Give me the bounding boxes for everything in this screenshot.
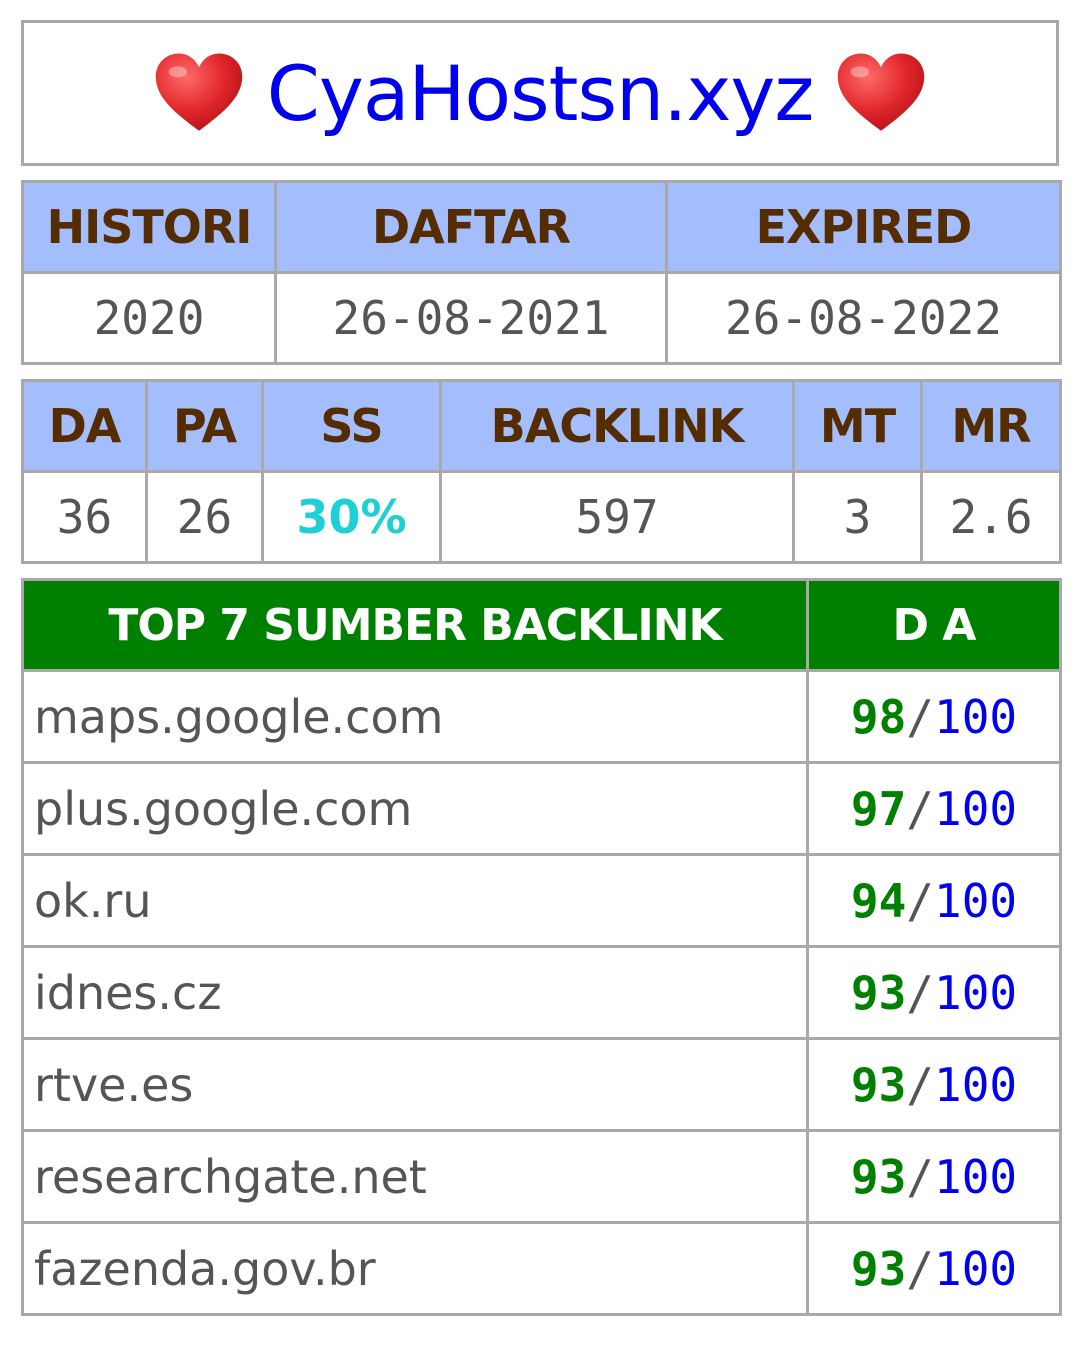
table-row: rtve.es 93/100 <box>21 1037 1062 1132</box>
da-score-max: 100 <box>934 965 1018 1020</box>
da-score-value: 93 <box>850 965 907 1020</box>
mr-value: 2.6 <box>920 470 1062 564</box>
ss-value: 30% <box>261 470 442 564</box>
table-row: ok.ru 94/100 <box>21 853 1062 948</box>
da-score-value: 97 <box>850 781 907 836</box>
backlink-da-score: 94/100 <box>806 853 1062 948</box>
da-score-max: 100 <box>934 873 1018 928</box>
da-score-value: 94 <box>850 873 907 928</box>
da-score-separator: / <box>906 1241 934 1296</box>
daftar-value: 26-08-2021 <box>274 271 668 365</box>
backlink-domain: rtve.es <box>21 1037 809 1132</box>
table-row: 2020 26-08-2021 26-08-2022 <box>21 271 1062 365</box>
table-row: maps.google.com 98/100 <box>21 669 1062 764</box>
heart-icon <box>837 53 925 131</box>
table-header-row: TOP 7 SUMBER BACKLINK D A <box>21 578 1062 672</box>
backlink-domain: fazenda.gov.br <box>21 1221 809 1316</box>
backlink-domain: researchgate.net <box>21 1129 809 1224</box>
domain-report: CyaHostsn.xyz HISTORI DAFTAR EXPIRED 202… <box>21 20 1062 1316</box>
da-score-value: 93 <box>850 1057 907 1112</box>
da-score-separator: / <box>906 965 934 1020</box>
da-score-max: 100 <box>934 781 1018 836</box>
da-score-max: 100 <box>934 1149 1018 1204</box>
backlink-domain: maps.google.com <box>21 669 809 764</box>
header-ss: SS <box>261 379 442 473</box>
header-da: DA <box>21 379 148 473</box>
header-expired: EXPIRED <box>665 180 1062 274</box>
da-score-separator: / <box>906 689 934 744</box>
table-row: 36 26 30% 597 3 2.6 <box>21 470 1062 564</box>
header-mt: MT <box>792 379 923 473</box>
table-row: idnes.cz 93/100 <box>21 945 1062 1040</box>
histori-value: 2020 <box>21 271 277 365</box>
backlink-da-score: 93/100 <box>806 1037 1062 1132</box>
page-title: CyaHostsn.xyz <box>266 48 814 138</box>
metrics-table: DA PA SS BACKLINK MT MR 36 26 30% 597 3 … <box>21 379 1062 564</box>
mt-value: 3 <box>792 470 923 564</box>
backlink-domain: idnes.cz <box>21 945 809 1040</box>
backlink-domain: ok.ru <box>21 853 809 948</box>
table-row: plus.google.com 97/100 <box>21 761 1062 856</box>
da-value: 36 <box>21 470 148 564</box>
header-backlink: BACKLINK <box>439 379 795 473</box>
header-mr: MR <box>920 379 1062 473</box>
backlink-da-score: 98/100 <box>806 669 1062 764</box>
da-score-separator: / <box>906 1149 934 1204</box>
da-score-value: 93 <box>850 1241 907 1296</box>
table-header-row: HISTORI DAFTAR EXPIRED <box>21 180 1062 274</box>
da-score-max: 100 <box>934 1057 1018 1112</box>
backlink-sources-table: TOP 7 SUMBER BACKLINK D A maps.google.co… <box>21 578 1062 1316</box>
backlink-value: 597 <box>439 470 795 564</box>
table-header-row: DA PA SS BACKLINK MT MR <box>21 379 1062 473</box>
table-row: researchgate.net 93/100 <box>21 1129 1062 1224</box>
header-histori: HISTORI <box>21 180 277 274</box>
header-da-score: D A <box>806 578 1062 672</box>
header-pa: PA <box>145 379 264 473</box>
backlink-da-score: 97/100 <box>806 761 1062 856</box>
title-box: CyaHostsn.xyz <box>21 20 1059 166</box>
da-score-separator: / <box>906 1057 934 1112</box>
header-daftar: DAFTAR <box>274 180 668 274</box>
backlink-da-score: 93/100 <box>806 1221 1062 1316</box>
heart-icon <box>155 53 243 131</box>
da-score-max: 100 <box>934 1241 1018 1296</box>
da-score-max: 100 <box>934 689 1018 744</box>
da-score-separator: / <box>906 873 934 928</box>
da-score-separator: / <box>906 781 934 836</box>
backlink-da-score: 93/100 <box>806 945 1062 1040</box>
expired-value: 26-08-2022 <box>665 271 1062 365</box>
da-score-value: 98 <box>850 689 907 744</box>
table-row: fazenda.gov.br 93/100 <box>21 1221 1062 1316</box>
pa-value: 26 <box>145 470 264 564</box>
da-score-value: 93 <box>850 1149 907 1204</box>
domain-info-table: HISTORI DAFTAR EXPIRED 2020 26-08-2021 2… <box>21 180 1062 365</box>
backlink-domain: plus.google.com <box>21 761 809 856</box>
header-top-sources: TOP 7 SUMBER BACKLINK <box>21 578 809 672</box>
backlink-da-score: 93/100 <box>806 1129 1062 1224</box>
